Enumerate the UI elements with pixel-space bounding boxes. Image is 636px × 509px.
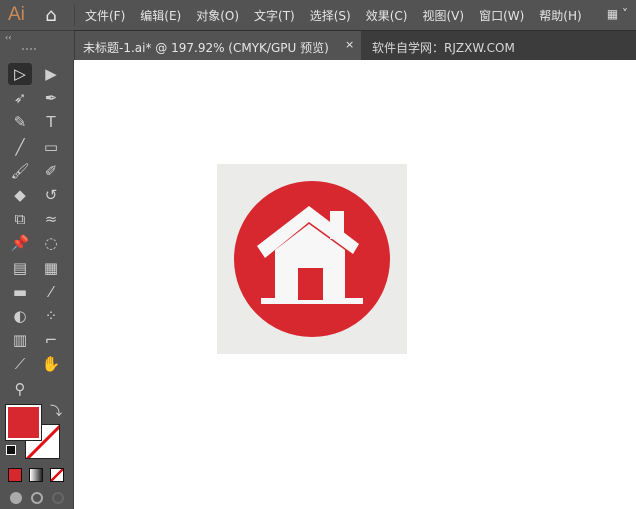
shaper-tool[interactable]: ✐ <box>39 160 63 182</box>
pen-tool[interactable]: ✒ <box>39 87 63 109</box>
paintbrush-tool[interactable]: 🖌 <box>8 160 32 182</box>
perspective-grid-tool[interactable]: ▤ <box>8 257 32 279</box>
menu-view[interactable]: 视图(V) <box>422 7 464 24</box>
menu-effect[interactable]: 效果(C) <box>366 7 408 24</box>
tab-label: 未标题-1.ai* @ 197.92% (CMYK/GPU 预览) <box>83 41 329 55</box>
puppet-warp-tool[interactable]: 📌 <box>8 232 32 254</box>
curvature-tool[interactable]: ✎ <box>8 111 32 133</box>
slice-tool[interactable]: ⟋ <box>8 353 32 375</box>
document-tab-bar: 未标题-1.ai* @ 197.92% (CMYK/GPU 预览) × 软件自学… <box>74 30 636 61</box>
menu-object[interactable]: 对象(O) <box>196 7 239 24</box>
menu-window[interactable]: 窗口(W) <box>479 7 524 24</box>
house-circle-icon[interactable] <box>217 164 407 354</box>
home-icon[interactable]: ⌂ <box>36 5 66 26</box>
color-mode-button[interactable] <box>8 468 22 482</box>
menu-type[interactable]: 文字(T) <box>254 7 295 24</box>
app-logo: Ai <box>8 4 25 25</box>
divider <box>74 4 75 26</box>
tools-panel: ▷ ▶ ➶ ✒ ✎ T ╱ ▭ 🖌 ✐ ◆ ↺ ⧉ ≈ 📌 ◌ ▤ ▦ ▬ ⁄ ◐ ⁘ ▥ ⌐ ⟋ ✋ ⚲ ⤵ <box>0 60 74 509</box>
none-mode-button[interactable] <box>50 468 64 482</box>
artboard-background <box>217 164 407 354</box>
draw-normal-icon[interactable] <box>10 492 22 504</box>
canvas[interactable] <box>74 60 636 509</box>
free-transform-tool[interactable]: ◌ <box>39 232 63 254</box>
menu-bar: Ai ⌂ 文件(F) 编辑(E) 对象(O) 文字(T) 选择(S) 效果(C)… <box>0 0 636 30</box>
menu-help[interactable]: 帮助(H) <box>539 7 581 24</box>
collapse-icon[interactable]: ‹‹ <box>5 33 11 42</box>
draw-inside-icon[interactable] <box>52 492 64 504</box>
default-colors-icon[interactable] <box>6 445 16 455</box>
eraser-tool[interactable]: ◆ <box>8 184 32 206</box>
zoom-tool[interactable]: ⚲ <box>8 378 32 400</box>
close-icon[interactable]: × <box>345 38 354 51</box>
selection-tool[interactable]: ▷ <box>8 63 32 85</box>
mesh-tool[interactable]: ▦ <box>39 257 63 279</box>
menu-edit[interactable]: 编辑(E) <box>140 7 181 24</box>
scale-tool[interactable]: ⧉ <box>8 208 32 230</box>
menu-file[interactable]: 文件(F) <box>85 7 125 24</box>
swap-colors-icon[interactable]: ⤵ <box>50 402 62 419</box>
column-graph-tool[interactable]: ▥ <box>8 329 32 351</box>
symbol-sprayer-tool[interactable]: ⁘ <box>39 305 63 327</box>
grip-handle[interactable] <box>22 48 36 52</box>
artboard-tool[interactable]: ⌐ <box>39 329 63 351</box>
tab-watermark-text: 软件自学网：RJZXW.COM <box>372 41 515 55</box>
tab-document[interactable]: 未标题-1.ai* @ 197.92% (CMYK/GPU 预览) × <box>75 31 361 61</box>
direct-selection-tool[interactable]: ▶ <box>39 63 63 85</box>
eyedropper-tool[interactable]: ⁄ <box>39 281 63 303</box>
fill-swatch-front[interactable] <box>6 405 41 440</box>
workspace-switcher-icon[interactable]: ▦ ˅ <box>607 7 628 21</box>
rotate-tool[interactable]: ↺ <box>39 184 63 206</box>
magic-wand-tool[interactable]: ➶ <box>8 87 32 109</box>
blend-tool[interactable]: ◐ <box>8 305 32 327</box>
line-tool[interactable]: ╱ <box>8 136 32 158</box>
menu-select[interactable]: 选择(S) <box>310 7 351 24</box>
toolbar-header: ‹‹ <box>0 30 74 60</box>
gradient-mode-button[interactable] <box>29 468 43 482</box>
gradient-tool[interactable]: ▬ <box>8 281 32 303</box>
hand-tool[interactable]: ✋ <box>39 353 63 375</box>
type-tool[interactable]: T <box>39 111 63 133</box>
draw-behind-icon[interactable] <box>31 492 43 504</box>
warp-tool[interactable]: ≈ <box>39 208 63 230</box>
rectangle-tool[interactable]: ▭ <box>39 136 63 158</box>
